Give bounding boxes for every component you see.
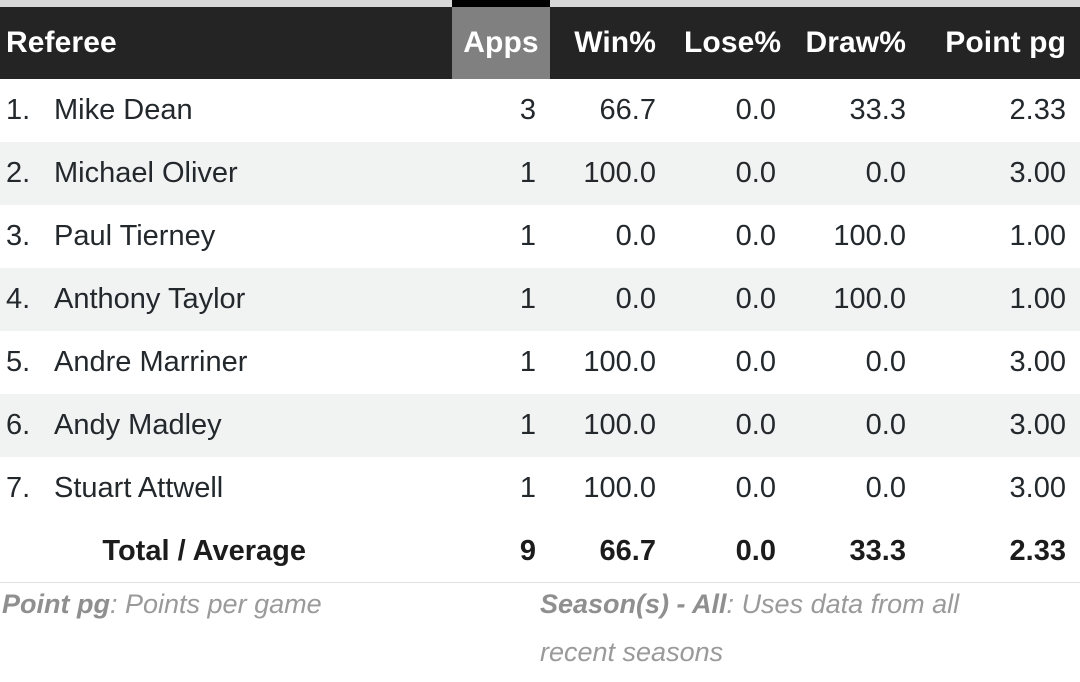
cell-pointpg: 3.00 bbox=[920, 142, 1080, 205]
cell-apps: 1 bbox=[452, 205, 550, 268]
cell-referee: 7.Stuart Attwell bbox=[0, 457, 452, 520]
cell-referee-name: Mike Dean bbox=[54, 94, 193, 126]
cell-win: 100.0 bbox=[550, 457, 670, 520]
cell-apps: 1 bbox=[452, 457, 550, 520]
cell-lose: 0.0 bbox=[670, 205, 790, 268]
column-header-lose[interactable]: Lose% bbox=[670, 7, 790, 79]
column-header-referee[interactable]: Referee bbox=[0, 7, 452, 79]
cell-win: 0.0 bbox=[550, 205, 670, 268]
cell-win: 100.0 bbox=[550, 331, 670, 394]
cell-draw: 100.0 bbox=[790, 268, 920, 331]
footnote-point-pg: Point pg: Points per game bbox=[2, 580, 502, 628]
cell-referee-name: Andy Madley bbox=[54, 409, 222, 441]
cell-draw: 100.0 bbox=[790, 205, 920, 268]
table-row[interactable]: 7.Stuart Attwell1100.00.00.03.00 bbox=[0, 457, 1080, 520]
column-header-draw[interactable]: Draw% bbox=[790, 7, 920, 79]
cell-draw: 0.0 bbox=[790, 457, 920, 520]
cell-draw: 0.0 bbox=[790, 331, 920, 394]
cell-draw: 33.3 bbox=[790, 79, 920, 142]
column-header-win[interactable]: Win% bbox=[550, 7, 670, 79]
cell-referee-name: Anthony Taylor bbox=[54, 283, 245, 315]
cell-lose: 0.0 bbox=[670, 268, 790, 331]
cell-rank: 2. bbox=[6, 157, 54, 190]
cell-lose: 0.0 bbox=[670, 142, 790, 205]
cell-referee-name: Andre Marriner bbox=[54, 346, 247, 378]
cell-apps: 1 bbox=[452, 331, 550, 394]
footnote-separator-left: : bbox=[110, 589, 125, 619]
cell-pointpg: 1.00 bbox=[920, 205, 1080, 268]
referee-stats-page: Referee Apps Win% Lose% Draw% Point pg 1… bbox=[0, 0, 1080, 682]
cell-lose: 0.0 bbox=[670, 394, 790, 457]
cell-referee-name: Stuart Attwell bbox=[54, 472, 223, 504]
totals-draw: 33.3 bbox=[790, 520, 920, 583]
cell-rank: 4. bbox=[6, 283, 54, 316]
cell-lose: 0.0 bbox=[670, 331, 790, 394]
cell-pointpg: 1.00 bbox=[920, 268, 1080, 331]
footnote-seasons: Season(s) - All: Uses data from all rece… bbox=[540, 580, 1010, 676]
cell-referee: 4.Anthony Taylor bbox=[0, 268, 452, 331]
cell-draw: 0.0 bbox=[790, 394, 920, 457]
table-row[interactable]: 2.Michael Oliver1100.00.00.03.00 bbox=[0, 142, 1080, 205]
table-header-row: Referee Apps Win% Lose% Draw% Point pg bbox=[0, 7, 1080, 79]
table-totals-row: Total / Average966.70.033.32.33 bbox=[0, 520, 1080, 583]
cell-rank: 5. bbox=[6, 346, 54, 379]
cell-pointpg: 3.00 bbox=[920, 331, 1080, 394]
cell-referee-name: Paul Tierney bbox=[54, 220, 215, 252]
cell-win: 100.0 bbox=[550, 142, 670, 205]
cell-referee: 6.Andy Madley bbox=[0, 394, 452, 457]
cell-win: 66.7 bbox=[550, 79, 670, 142]
cell-rank: 1. bbox=[6, 94, 54, 127]
referee-stats-table: Referee Apps Win% Lose% Draw% Point pg 1… bbox=[0, 7, 1080, 583]
table-row[interactable]: 3.Paul Tierney10.00.0100.01.00 bbox=[0, 205, 1080, 268]
totals-apps: 9 bbox=[452, 520, 550, 583]
cell-apps: 1 bbox=[452, 268, 550, 331]
cell-pointpg: 3.00 bbox=[920, 457, 1080, 520]
cell-pointpg: 3.00 bbox=[920, 394, 1080, 457]
cell-rank: 7. bbox=[6, 472, 54, 505]
cell-pointpg: 2.33 bbox=[920, 79, 1080, 142]
cell-draw: 0.0 bbox=[790, 142, 920, 205]
cell-win: 0.0 bbox=[550, 268, 670, 331]
column-header-pointpg[interactable]: Point pg bbox=[920, 7, 1080, 79]
table-header: Referee Apps Win% Lose% Draw% Point pg bbox=[0, 7, 1080, 79]
cell-rank: 3. bbox=[6, 220, 54, 253]
totals-lose: 0.0 bbox=[670, 520, 790, 583]
footnotes: Point pg: Points per game Season(s) - Al… bbox=[0, 580, 1080, 682]
totals-win: 66.7 bbox=[550, 520, 670, 583]
table-body: 1.Mike Dean366.70.033.32.332.Michael Oli… bbox=[0, 79, 1080, 583]
cell-apps: 1 bbox=[452, 394, 550, 457]
totals-label: Total / Average bbox=[0, 520, 452, 583]
table-row[interactable]: 5.Andre Marriner1100.00.00.03.00 bbox=[0, 331, 1080, 394]
cell-referee: 1.Mike Dean bbox=[0, 79, 452, 142]
cell-referee-name: Michael Oliver bbox=[54, 157, 238, 189]
footnote-term-point-pg: Point pg bbox=[2, 589, 110, 619]
cell-apps: 3 bbox=[452, 79, 550, 142]
cell-rank: 6. bbox=[6, 409, 54, 442]
cell-referee: 2.Michael Oliver bbox=[0, 142, 452, 205]
cell-referee: 5.Andre Marriner bbox=[0, 331, 452, 394]
cell-referee: 3.Paul Tierney bbox=[0, 205, 452, 268]
cell-lose: 0.0 bbox=[670, 457, 790, 520]
table-row[interactable]: 6.Andy Madley1100.00.00.03.00 bbox=[0, 394, 1080, 457]
table-row[interactable]: 4.Anthony Taylor10.00.0100.01.00 bbox=[0, 268, 1080, 331]
footnote-description-point-pg: Points per game bbox=[125, 589, 322, 619]
cell-win: 100.0 bbox=[550, 394, 670, 457]
footnote-separator-right: : bbox=[727, 589, 742, 619]
footnote-term-seasons: Season(s) - All bbox=[540, 589, 727, 619]
totals-pointpg: 2.33 bbox=[920, 520, 1080, 583]
column-header-apps[interactable]: Apps bbox=[452, 7, 550, 79]
cell-apps: 1 bbox=[452, 142, 550, 205]
cell-lose: 0.0 bbox=[670, 79, 790, 142]
table-row[interactable]: 1.Mike Dean366.70.033.32.33 bbox=[0, 79, 1080, 142]
